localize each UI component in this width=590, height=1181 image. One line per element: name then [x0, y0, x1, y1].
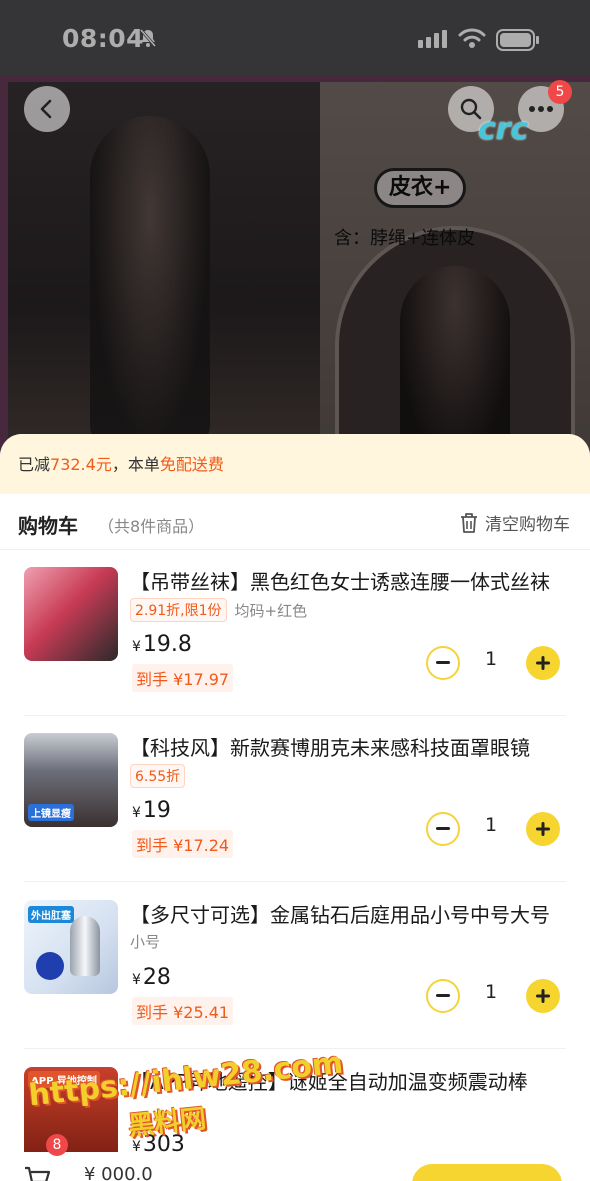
product-tags: 6.55折 — [130, 764, 186, 788]
quantity-increase-button[interactable] — [526, 646, 560, 680]
quantity-decrease-button[interactable] — [426, 812, 460, 846]
chevron-left-icon — [40, 99, 52, 119]
price-value: 19 — [142, 798, 171, 823]
quantity-increase-button[interactable] — [526, 979, 560, 1013]
quantity-value: 1 — [484, 814, 498, 836]
quantity-decrease-button[interactable] — [426, 979, 460, 1013]
promo-prefix: 已减 — [18, 455, 51, 474]
trash-icon — [461, 512, 477, 533]
cart-item-count: （共8件商品） — [98, 517, 205, 536]
product-price: ¥19 — [132, 798, 171, 823]
plus-icon — [536, 656, 550, 670]
back-button[interactable] — [24, 86, 70, 132]
yen-symbol: ¥ — [132, 639, 141, 655]
spec-label[interactable]: 小号 — [130, 931, 160, 952]
spec-label[interactable]: 均码+红色 — [235, 600, 308, 621]
cart-item[interactable]: 上镜显瘦 【科技风】新款赛博朋克未来感科技面罩眼镜 6.55折 ¥19 到手 ¥… — [0, 716, 590, 882]
cart-total: ¥ 000.0 — [84, 1164, 153, 1181]
final-price: 到手 ¥17.24 — [132, 830, 234, 858]
cart-count-badge: 8 — [46, 1134, 68, 1156]
cart-title: 购物车 — [18, 514, 78, 538]
product-tags: 2.91折,限1份 均码+红色 — [130, 598, 307, 622]
quantity-increase-button[interactable] — [526, 812, 560, 846]
discount-tag: 2.91折,限1份 — [130, 598, 227, 622]
minus-icon — [436, 827, 450, 830]
minus-icon — [436, 661, 450, 664]
bottom-checkout-bar: ¥ 000.0 — [0, 1152, 590, 1181]
final-price: 到手 ¥25.41 — [132, 997, 234, 1025]
price-value: 19.8 — [142, 632, 192, 657]
minus-icon — [436, 994, 450, 997]
discount-tag: 6.55折 — [130, 764, 186, 788]
quantity-value: 1 — [484, 981, 498, 1003]
product-price: ¥19.8 — [132, 632, 192, 657]
product-price: ¥28 — [132, 965, 171, 990]
yen-symbol: ¥ — [132, 805, 141, 821]
cart-item[interactable]: 外出肛塞 【多尺寸可选】金属钻石后庭用品小号中号大号 小号 ¥28 到手 ¥25… — [0, 883, 590, 1049]
gem-shape — [36, 952, 64, 980]
product-title[interactable]: 【吊带丝袜】黑色红色女士诱惑连腰一体式丝袜 — [130, 566, 560, 595]
product-thumbnail[interactable] — [24, 567, 118, 661]
product-title[interactable]: 【多尺寸可选】金属钻石后庭用品小号中号大号 — [130, 899, 560, 928]
divider — [24, 881, 566, 882]
more-badge: 5 — [548, 80, 572, 104]
promo-banner: 已减732.4元，本单免配送费 — [0, 434, 590, 494]
thumbnail-label: 外出肛塞 — [28, 906, 74, 923]
final-price: 到手 ¥17.97 — [132, 664, 234, 692]
product-shape — [70, 916, 100, 976]
product-title[interactable]: 【科技风】新款赛博朋克未来感科技面罩眼镜 — [130, 732, 560, 761]
promo-amount: 732.4元 — [50, 455, 112, 474]
promo-middle: ，本单 — [111, 455, 160, 474]
cart-header: 购物车 （共8件商品） 清空购物车 — [0, 494, 590, 550]
plus-icon — [536, 822, 550, 836]
promo-shipping: 免配送费 — [159, 455, 224, 474]
price-value: 28 — [142, 965, 171, 990]
yen-symbol: ¥ — [132, 972, 141, 988]
divider — [24, 1048, 566, 1049]
product-thumbnail[interactable]: 外出肛塞 — [24, 900, 118, 994]
quantity-value: 1 — [484, 648, 498, 670]
product-thumbnail[interactable]: 上镜显瘦 — [24, 733, 118, 827]
brand-logo: crc — [478, 112, 529, 147]
more-dots-icon — [529, 106, 553, 112]
checkout-button[interactable] — [412, 1164, 562, 1181]
plus-icon — [536, 989, 550, 1003]
clear-cart-label: 清空购物车 — [485, 515, 570, 535]
cart-item[interactable]: 【吊带丝袜】黑色红色女士诱惑连腰一体式丝袜 2.91折,限1份 均码+红色 ¥1… — [0, 550, 590, 716]
cart-icon[interactable] — [24, 1166, 51, 1181]
clear-cart-button[interactable]: 清空购物车 — [459, 510, 570, 535]
quantity-decrease-button[interactable] — [426, 646, 460, 680]
sheet-backdrop[interactable] — [0, 0, 590, 456]
thumbnail-label: 上镜显瘦 — [28, 804, 74, 821]
product-tags: 小号 — [130, 931, 160, 952]
